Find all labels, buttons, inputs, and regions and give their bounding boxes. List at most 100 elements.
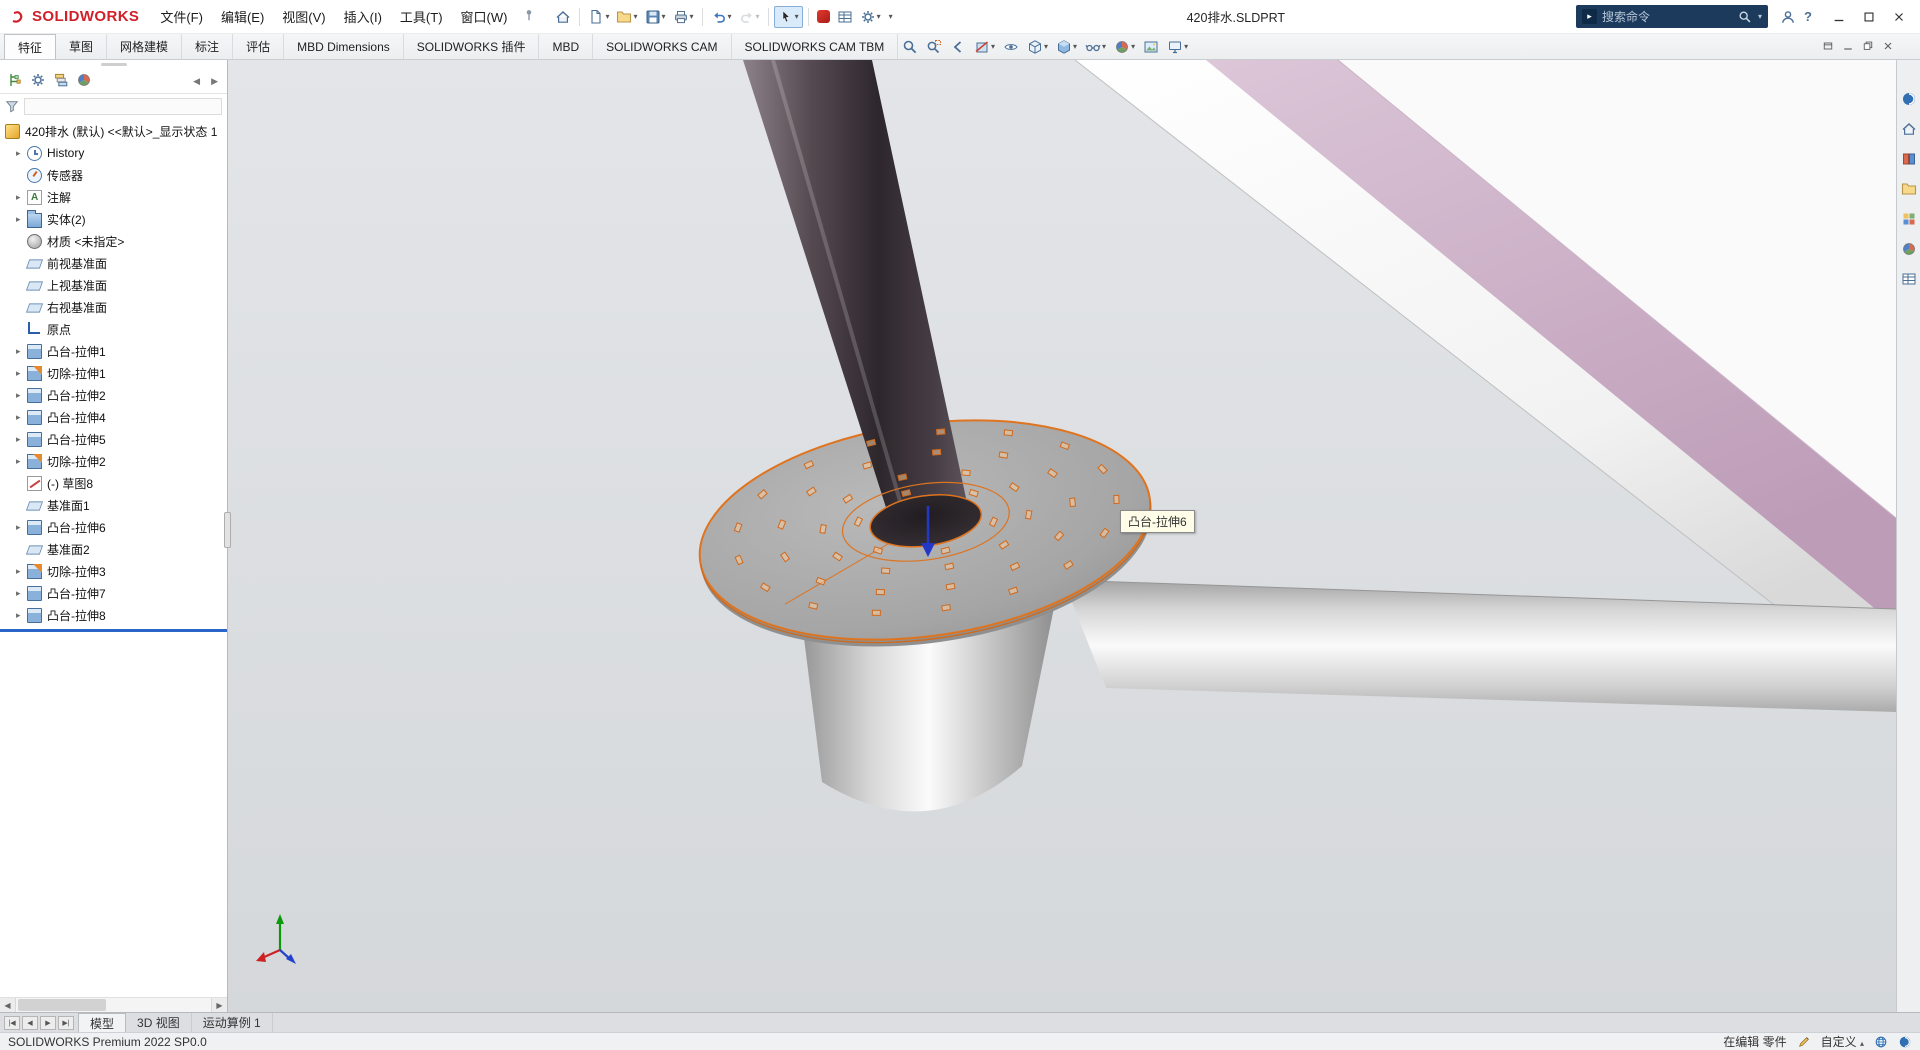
tree-item[interactable]: 上视基准面	[0, 274, 227, 296]
expand-arrow-icon[interactable]: ▸	[16, 347, 27, 356]
globe-icon[interactable]	[1874, 1035, 1888, 1049]
select-tool-button[interactable]: ▾	[774, 6, 803, 28]
tree-horizontal-scrollbar[interactable]: ◀ ▶	[0, 997, 227, 1012]
home-button[interactable]	[552, 7, 574, 27]
menu-edit[interactable]: 编辑(E)	[212, 2, 273, 31]
3dexperience-marketplace-icon[interactable]	[814, 8, 833, 25]
filter-funnel-icon[interactable]	[5, 99, 19, 113]
tree-item[interactable]: (-) 草图8	[0, 472, 227, 494]
scrollbar-track[interactable]	[16, 998, 211, 1012]
tree-item[interactable]: 右视基准面	[0, 296, 227, 318]
tree-item[interactable]: 基准面1	[0, 494, 227, 516]
scroll-right-icon[interactable]: ▶	[211, 998, 227, 1012]
tab-features[interactable]: 特征	[4, 34, 56, 59]
propertymanager-tab[interactable]	[30, 72, 46, 91]
menu-file[interactable]: 文件(F)	[151, 2, 212, 31]
menu-insert[interactable]: 插入(I)	[335, 2, 391, 31]
tree-item[interactable]: ▸凸台-拉伸8	[0, 604, 227, 626]
command-search[interactable]: ▸ ▾	[1576, 5, 1768, 28]
zoom-to-area-icon[interactable]	[924, 38, 944, 56]
print-button[interactable]: ▾	[670, 7, 697, 27]
tree-item[interactable]: 原点	[0, 318, 227, 340]
new-document-button[interactable]: ▾	[585, 7, 612, 27]
hide-show-items-icon[interactable]: ▾	[1083, 38, 1108, 56]
tab-sketch[interactable]: 草图	[56, 34, 107, 59]
tab-cam-tbm[interactable]: SOLIDWORKS CAM TBM	[732, 34, 899, 59]
tree-item[interactable]: ▸History	[0, 142, 227, 164]
tree-item[interactable]: ▸实体(2)	[0, 208, 227, 230]
expand-arrow-icon[interactable]: ▸	[16, 369, 27, 378]
tree-item[interactable]: ▸切除-拉伸1	[0, 362, 227, 384]
tree-item[interactable]: ▸凸台-拉伸4	[0, 406, 227, 428]
menu-view[interactable]: 视图(V)	[273, 2, 334, 31]
maximize-button[interactable]	[1854, 3, 1884, 31]
featuremanager-tree-tab[interactable]	[7, 72, 23, 91]
tree-item[interactable]: ▸凸台-拉伸7	[0, 582, 227, 604]
expand-arrow-icon[interactable]: ▸	[16, 567, 27, 576]
expand-arrow-icon[interactable]: ▸	[16, 215, 27, 224]
menu-tools[interactable]: 工具(T)	[391, 2, 452, 31]
panel-splitter-handle[interactable]	[224, 512, 231, 548]
redo-button[interactable]: ▾	[736, 7, 763, 27]
expand-arrow-icon[interactable]: ▸	[16, 457, 27, 466]
edit-appearance-icon[interactable]: ▾	[1112, 38, 1137, 56]
appearances-icon[interactable]	[1899, 240, 1919, 258]
custom-properties-icon[interactable]	[1899, 270, 1919, 288]
options-list-button[interactable]	[834, 7, 856, 27]
status-custom-dropdown[interactable]: 自定义 ▴	[1821, 1033, 1864, 1050]
tab-mbd-dimensions[interactable]: MBD Dimensions	[284, 34, 404, 59]
3dexperience-icon[interactable]	[1899, 90, 1919, 108]
expand-arrow-icon[interactable]: ▸	[16, 589, 27, 598]
dynamic-annotation-views-icon[interactable]	[1001, 38, 1021, 56]
tab-evaluate[interactable]: 评估	[233, 34, 284, 59]
expand-arrow-icon[interactable]: ▸	[16, 193, 27, 202]
tree-item[interactable]: 传感器	[0, 164, 227, 186]
graphics-viewport[interactable]: 凸台-拉伸6	[228, 60, 1896, 1012]
tree-item[interactable]: ▸凸台-拉伸2	[0, 384, 227, 406]
user-account-icon[interactable]	[1780, 9, 1796, 25]
first-tab-icon[interactable]: |◀	[4, 1016, 20, 1030]
toolbar-overflow-button[interactable]: ▾	[885, 11, 896, 23]
open-button[interactable]: ▾	[613, 7, 640, 27]
view-palette-icon[interactable]	[1899, 210, 1919, 228]
tab-mesh-modeling[interactable]: 网格建模	[107, 34, 182, 59]
zoom-fit-icon[interactable]	[900, 38, 920, 56]
search-icon[interactable]	[1738, 10, 1752, 24]
doc-restore-icon[interactable]	[1862, 40, 1874, 55]
help-sphere-icon[interactable]	[1898, 1035, 1912, 1049]
minimize-button[interactable]	[1824, 3, 1854, 31]
tree-item[interactable]: 前视基准面	[0, 252, 227, 274]
expand-arrow-icon[interactable]: ▸	[16, 391, 27, 400]
doc-minimize-icon[interactable]	[1842, 40, 1854, 55]
menu-pin-icon[interactable]	[518, 6, 540, 27]
search-dropdown-icon[interactable]: ▾	[1758, 13, 1762, 21]
tab-cam[interactable]: SOLIDWORKS CAM	[593, 34, 731, 59]
help-icon[interactable]: ?	[1804, 9, 1812, 24]
fm-tab-scroll-left-icon[interactable]: ◀	[191, 74, 202, 89]
viewport-3d-scene[interactable]	[228, 60, 1896, 1012]
display-style-icon[interactable]: ▾	[1054, 38, 1079, 56]
file-explorer-icon[interactable]	[1899, 180, 1919, 198]
menu-window[interactable]: 窗口(W)	[452, 2, 517, 31]
expand-arrow-icon[interactable]: ▸	[16, 523, 27, 532]
search-input[interactable]	[1602, 10, 1733, 24]
fm-tab-scroll-right-icon[interactable]: ▶	[209, 74, 220, 89]
apply-scene-icon[interactable]	[1141, 38, 1161, 56]
design-library-icon[interactable]	[1899, 150, 1919, 168]
tree-root-item[interactable]: 420排水 (默认) <<默认>_显示状态 1	[0, 120, 227, 142]
displaymanager-tab[interactable]	[76, 72, 92, 91]
configurationmanager-tab[interactable]	[53, 72, 69, 91]
tree-item[interactable]: ▸凸台-拉伸1	[0, 340, 227, 362]
expand-arrow-icon[interactable]: ▸	[16, 149, 27, 158]
tab-3d-views[interactable]: 3D 视图	[126, 1013, 192, 1032]
scrollbar-thumb[interactable]	[18, 999, 106, 1011]
tree-item[interactable]: ▸注解	[0, 186, 227, 208]
expand-arrow-icon[interactable]: ▸	[16, 413, 27, 422]
prev-tab-icon[interactable]: ◀	[22, 1016, 38, 1030]
save-button[interactable]: ▾	[642, 7, 669, 27]
tree-item[interactable]: ▸切除-拉伸3	[0, 560, 227, 582]
view-settings-icon[interactable]: ▾	[1165, 38, 1190, 56]
previous-view-icon[interactable]	[948, 38, 968, 56]
last-tab-icon[interactable]: ▶|	[58, 1016, 74, 1030]
tree-item[interactable]: 基准面2	[0, 538, 227, 560]
